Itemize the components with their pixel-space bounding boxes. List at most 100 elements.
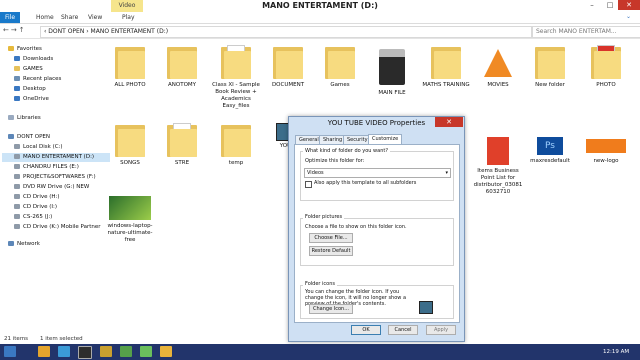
taskbar-app-1-icon[interactable]: [38, 346, 50, 357]
nav-item-1[interactable]: Downloads: [14, 55, 53, 64]
nav-item-label: GAMES: [23, 66, 43, 72]
apply-subfolders-label: Also apply this template to all subfolde…: [314, 180, 417, 186]
file-label: PHOTO: [596, 82, 616, 88]
file-item[interactable]: Ps maxresdefault: [525, 137, 575, 165]
file-item[interactable]: Items Business Point List for distributo…: [473, 137, 523, 196]
nav-item-12[interactable]: DVD RW Drive (G:) NEW: [14, 183, 89, 192]
onedrive-icon: [14, 96, 20, 101]
optimize-select[interactable]: Videos ▾: [304, 168, 451, 178]
restore-default-button[interactable]: Restore Default: [309, 246, 353, 256]
window-title: MANO ENTERTAMENT (D:): [262, 1, 378, 10]
vlc-icon: [484, 49, 512, 77]
taskbar-explorer-icon[interactable]: [100, 346, 112, 357]
cancel-button[interactable]: Cancel: [388, 325, 418, 335]
taskbar: [0, 344, 640, 360]
nav-item-label: Network: [17, 241, 40, 247]
drive-icon: [14, 174, 20, 179]
taskbar-app-6-icon[interactable]: [140, 346, 152, 357]
downloads-icon: [14, 56, 20, 61]
file-item[interactable]: SONGS: [105, 123, 155, 167]
nav-item-5[interactable]: OneDrive: [14, 95, 49, 104]
tab-play[interactable]: Play: [118, 12, 139, 23]
nav-item-9[interactable]: MANO ENTERTAMENT (D:): [2, 153, 110, 162]
file-item[interactable]: New folder: [525, 45, 575, 89]
taskbar-app-5-icon[interactable]: [120, 346, 132, 357]
tab-file[interactable]: File: [0, 12, 20, 23]
nav-item-label: Libraries: [17, 115, 41, 121]
drive-icon: [14, 144, 20, 149]
minimize-icon[interactable]: –: [584, 0, 600, 10]
folder-icon: [167, 123, 197, 157]
file-label: New folder: [535, 82, 565, 88]
file-item[interactable]: Class XI - Sample Book Review + Academic…: [211, 45, 261, 110]
tab-share[interactable]: Share: [57, 12, 82, 23]
folder-icon: [167, 45, 197, 79]
nav-item-3[interactable]: Recent places: [14, 75, 61, 84]
address-field[interactable]: ‹ DONT OPEN › MANO ENTERTAMENT (D:): [40, 26, 532, 38]
star-icon: [8, 46, 14, 51]
nav-item-6[interactable]: Libraries: [8, 114, 41, 123]
file-label: MAIN FILE: [378, 90, 406, 96]
file-item[interactable]: ALL PHOTO: [105, 45, 155, 89]
file-item[interactable]: Games: [315, 45, 365, 89]
file-label: ALL PHOTO: [114, 82, 146, 88]
ok-button[interactable]: OK: [351, 325, 381, 335]
nav-item-10[interactable]: CHANDRU FILES (E:): [14, 163, 79, 172]
drive-icon: [14, 154, 20, 159]
close-icon[interactable]: ✕: [618, 0, 640, 10]
file-item[interactable]: PHOTO: [581, 45, 631, 89]
clock: 12:19 AM: [603, 349, 630, 355]
tab-view[interactable]: View: [84, 12, 106, 23]
nav-item-8[interactable]: Local Disk (C:): [14, 143, 63, 152]
file-item[interactable]: STRE: [157, 123, 207, 167]
cd-icon: [14, 204, 20, 209]
nav-item-13[interactable]: CD Drive (H:): [14, 193, 60, 202]
chevron-down-icon[interactable]: ⌄: [626, 13, 631, 20]
file-label: windows-laptop-nature-ultimate-free: [107, 223, 153, 243]
folder-icon: [115, 123, 145, 157]
nav-item-16[interactable]: CD Drive (K:) Mobile Partner: [14, 223, 101, 232]
cd-icon: [14, 224, 20, 229]
nav-item-17[interactable]: Network: [8, 240, 40, 249]
nav-item-14[interactable]: CD Drive (I:): [14, 203, 57, 212]
maximize-icon[interactable]: □: [602, 0, 618, 10]
file-item[interactable]: ANOTOMY: [157, 45, 207, 89]
dialog-close-icon[interactable]: ✕: [435, 117, 463, 127]
nav-item-label: CD Drive (K:) Mobile Partner: [23, 224, 101, 230]
file-label: MOVIES: [487, 82, 509, 88]
change-icon-button[interactable]: Change Icon...: [309, 304, 353, 314]
file-item[interactable]: DOCUMENT: [263, 45, 313, 89]
file-item[interactable]: windows-laptop-nature-ultimate-free: [105, 196, 155, 244]
search-input[interactable]: Search MANO ENTERTAM...: [532, 26, 640, 38]
folder-icon: [273, 45, 303, 79]
file-item[interactable]: MAIN FILE: [367, 45, 417, 97]
nav-item-11[interactable]: PROJECT&SOFTWARES (F:): [14, 173, 96, 182]
nav-item-7[interactable]: DONT OPEN: [8, 133, 50, 142]
nav-item-0[interactable]: Favorites: [8, 45, 42, 54]
taskbar-app-7-icon[interactable]: [160, 346, 172, 357]
taskbar-app-3-icon[interactable]: [78, 346, 92, 359]
file-item[interactable]: MOVIES: [473, 45, 523, 89]
file-item[interactable]: new-logo: [581, 137, 631, 165]
nav-item-2[interactable]: GAMES: [14, 65, 43, 74]
drive-icon: [14, 214, 20, 219]
nav-buttons[interactable]: ←→↑: [3, 26, 27, 34]
image-thumbnail-icon: [109, 196, 151, 220]
nav-item-15[interactable]: CS-265 (J:): [14, 213, 52, 222]
nav-item-4[interactable]: Desktop: [14, 85, 46, 94]
file-label: new-logo: [593, 158, 619, 164]
nav-item-label: CHANDRU FILES (E:): [23, 164, 79, 170]
taskbar-app-2-icon[interactable]: [58, 346, 70, 357]
choose-file-button[interactable]: Choose File...: [309, 233, 353, 243]
apply-subfolders-checkbox[interactable]: [305, 181, 312, 188]
file-item[interactable]: temp: [211, 123, 261, 167]
folder-icon: [535, 45, 565, 79]
tab-home[interactable]: Home: [32, 12, 58, 23]
nav-item-label: DVD RW Drive (G:) NEW: [23, 184, 90, 190]
item-count: 21 items: [4, 336, 29, 342]
apply-button[interactable]: Apply: [426, 325, 456, 335]
file-label: Items Business Point List for distributo…: [473, 168, 523, 195]
start-icon[interactable]: [4, 346, 16, 357]
network-icon: [8, 241, 14, 246]
file-item[interactable]: MATHS TRAINING: [421, 45, 471, 89]
